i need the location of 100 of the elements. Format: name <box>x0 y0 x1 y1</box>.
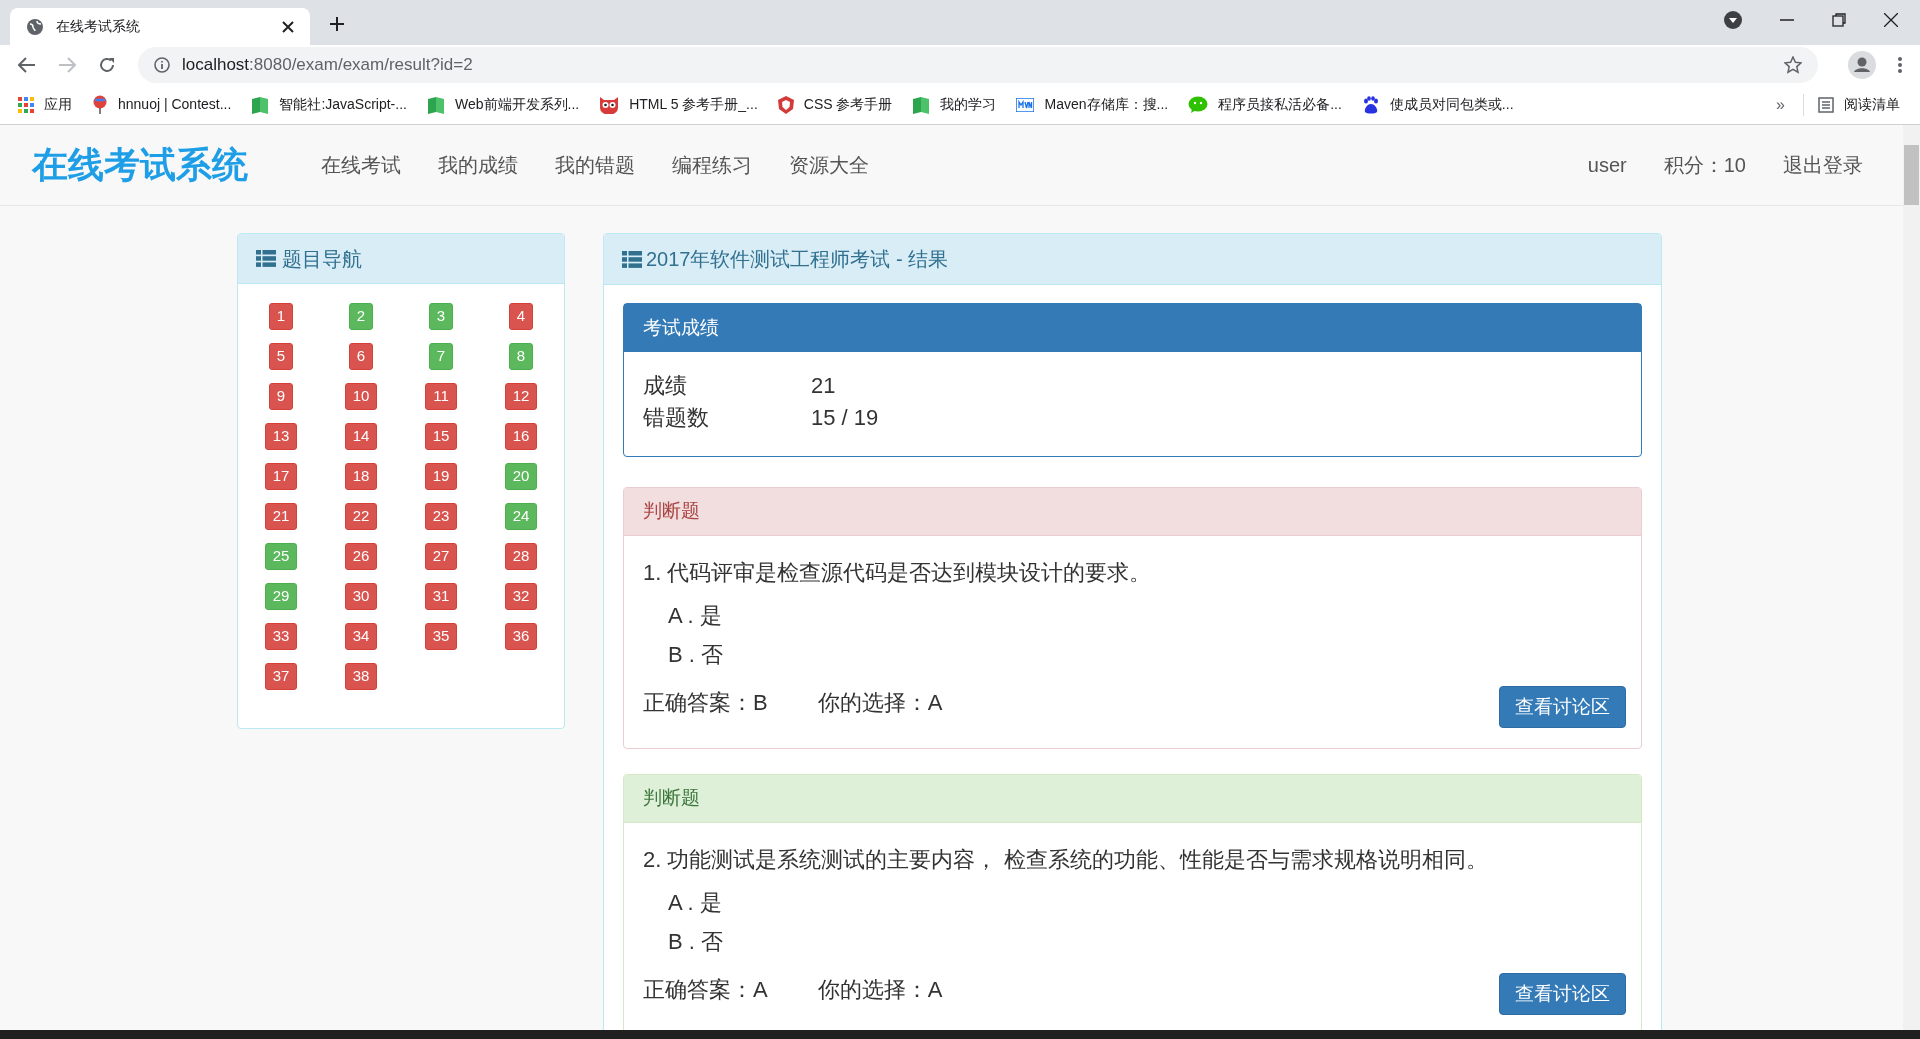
scrollbar-thumb[interactable] <box>1904 145 1919 205</box>
question-number-button[interactable]: 21 <box>264 503 298 530</box>
question-number-button[interactable]: 27 <box>424 543 458 570</box>
address-bar[interactable]: localhost:8080/exam/exam/result?id=2 <box>138 47 1818 83</box>
question-number-button[interactable]: 29 <box>264 583 298 610</box>
question-number-button[interactable]: 22 <box>344 503 378 530</box>
nav-link[interactable]: 我的错题 <box>555 150 635 180</box>
question-number-button[interactable]: 37 <box>264 663 298 690</box>
bookmark-link[interactable]: CSS 参考手册 <box>777 94 893 115</box>
bookmark-link[interactable]: Maven存储库：搜... <box>1016 94 1169 115</box>
bookmark-link[interactable]: Web前端开发系列... <box>426 94 580 115</box>
scrollbar[interactable] <box>1903 125 1920 1030</box>
close-icon[interactable] <box>1884 13 1898 27</box>
question-number-button[interactable]: 38 <box>344 663 378 690</box>
shield-icon <box>777 95 794 114</box>
points-text: 积分：10 <box>1663 153 1746 178</box>
browser-tab[interactable]: 在线考试系统 <box>10 8 310 45</box>
question-number-button[interactable]: 17 <box>264 463 298 490</box>
question-type-header: 判断题 <box>624 775 1641 823</box>
avatar-icon[interactable] <box>1848 51 1876 79</box>
question-number-button[interactable]: 11 <box>425 383 457 410</box>
answer-option: A . 是 <box>668 890 722 915</box>
question-number-button[interactable]: 16 <box>504 423 538 450</box>
nav-link[interactable]: 我的成绩 <box>438 150 518 180</box>
bookmark-link[interactable]: 应用 <box>18 94 72 115</box>
score-value: 21 <box>811 372 836 400</box>
question-number-button[interactable]: 30 <box>344 583 378 610</box>
bookmark-link[interactable]: HTML 5 参考手册_... <box>599 94 758 115</box>
logout-link[interactable]: 退出登录 <box>1783 150 1863 180</box>
your-choice: 你的选择：A <box>817 688 944 717</box>
owl-icon <box>599 95 620 114</box>
user-name[interactable]: user <box>1587 150 1627 180</box>
balloon-icon <box>92 94 108 115</box>
bookmark-link[interactable]: 我的学习 <box>912 94 997 115</box>
menu-icon[interactable] <box>1898 57 1902 73</box>
question-number-button[interactable]: 36 <box>504 623 538 650</box>
question-number-button[interactable]: 20 <box>504 463 538 490</box>
question-number-button[interactable]: 9 <box>268 383 294 410</box>
nav-link[interactable]: 在线考试 <box>321 150 401 180</box>
discussion-button[interactable]: 查看讨论区 <box>1499 973 1626 1015</box>
bookmark-link[interactable]: 程序员接私活必备... <box>1188 94 1342 115</box>
site-logo[interactable]: 在线考试系统 <box>32 138 248 192</box>
answer-option: A . 是 <box>668 603 722 628</box>
question-number-button[interactable]: 7 <box>428 343 454 370</box>
question-number-button[interactable]: 32 <box>504 583 538 610</box>
question-type-header: 判断题 <box>624 488 1641 536</box>
score-value: 15 / 19 <box>811 404 879 432</box>
globe-icon <box>26 17 44 36</box>
url-host: localhost <box>182 55 250 75</box>
reload-icon[interactable] <box>98 56 116 74</box>
answer-option: B . 否 <box>668 929 723 954</box>
back-icon[interactable] <box>18 57 36 73</box>
star-icon[interactable] <box>1784 56 1802 74</box>
correct-answer: 正确答案：A <box>643 975 768 1004</box>
question-number-button[interactable]: 19 <box>424 463 458 490</box>
question-number-button[interactable]: 3 <box>428 303 454 330</box>
question-number-button[interactable]: 15 <box>424 423 458 450</box>
grid-icon <box>18 96 34 113</box>
question-number-button[interactable]: 8 <box>508 343 534 370</box>
question-number-button[interactable]: 2 <box>348 303 374 330</box>
discussion-button[interactable]: 查看讨论区 <box>1499 686 1626 728</box>
more-bookmarks-button[interactable]: » <box>1776 92 1785 117</box>
profile-menu-icon[interactable] <box>1724 11 1742 29</box>
question-number-button[interactable]: 34 <box>344 623 378 650</box>
question-number-button[interactable]: 24 <box>504 503 538 530</box>
question-number-button[interactable]: 6 <box>348 343 374 370</box>
panel-header: 题目导航 <box>238 234 564 284</box>
question-number-button[interactable]: 5 <box>268 343 294 370</box>
new-tab-icon[interactable] <box>330 17 344 31</box>
bookmark-link[interactable]: 智能社:JavaScript-... <box>251 94 407 115</box>
bookmark-link[interactable]: 使成员对同包类或... <box>1361 94 1514 115</box>
score-label: 成绩 <box>643 372 688 400</box>
question-number-button[interactable]: 31 <box>424 583 458 610</box>
close-icon[interactable] <box>282 20 294 33</box>
question-number-button[interactable]: 18 <box>344 463 378 490</box>
question-number-button[interactable]: 35 <box>424 623 458 650</box>
answer-option: B . 否 <box>668 642 723 667</box>
paw-icon <box>1361 95 1380 114</box>
correct-answer: 正确答案：B <box>643 688 768 717</box>
question-number-button[interactable]: 33 <box>264 623 298 650</box>
question-number-button[interactable]: 26 <box>344 543 378 570</box>
reading-list-button[interactable]: 阅读清单 <box>1818 94 1900 115</box>
question-number-button[interactable]: 28 <box>504 543 538 570</box>
question-number-button[interactable]: 14 <box>344 423 378 450</box>
list-icon <box>1818 96 1834 113</box>
bookmark-link[interactable]: hnnuoj | Contest... <box>92 94 232 115</box>
restore-icon[interactable] <box>1832 13 1846 27</box>
list-icon <box>256 250 276 267</box>
question-number-button[interactable]: 13 <box>264 423 298 450</box>
question-number-button[interactable]: 12 <box>504 383 538 410</box>
question-number-button[interactable]: 10 <box>344 383 378 410</box>
question-number-button[interactable]: 23 <box>424 503 458 530</box>
your-choice: 你的选择：A <box>817 975 944 1004</box>
url-path: :8080/exam/exam/result?id=2 <box>249 55 473 75</box>
nav-link[interactable]: 编程练习 <box>672 150 752 180</box>
question-number-button[interactable]: 25 <box>264 543 298 570</box>
panel-header: 2017年软件测试工程师考试 - 结果 <box>604 234 1661 285</box>
question-number-button[interactable]: 1 <box>268 303 294 330</box>
nav-link[interactable]: 资源大全 <box>789 150 869 180</box>
question-number-button[interactable]: 4 <box>508 303 534 330</box>
